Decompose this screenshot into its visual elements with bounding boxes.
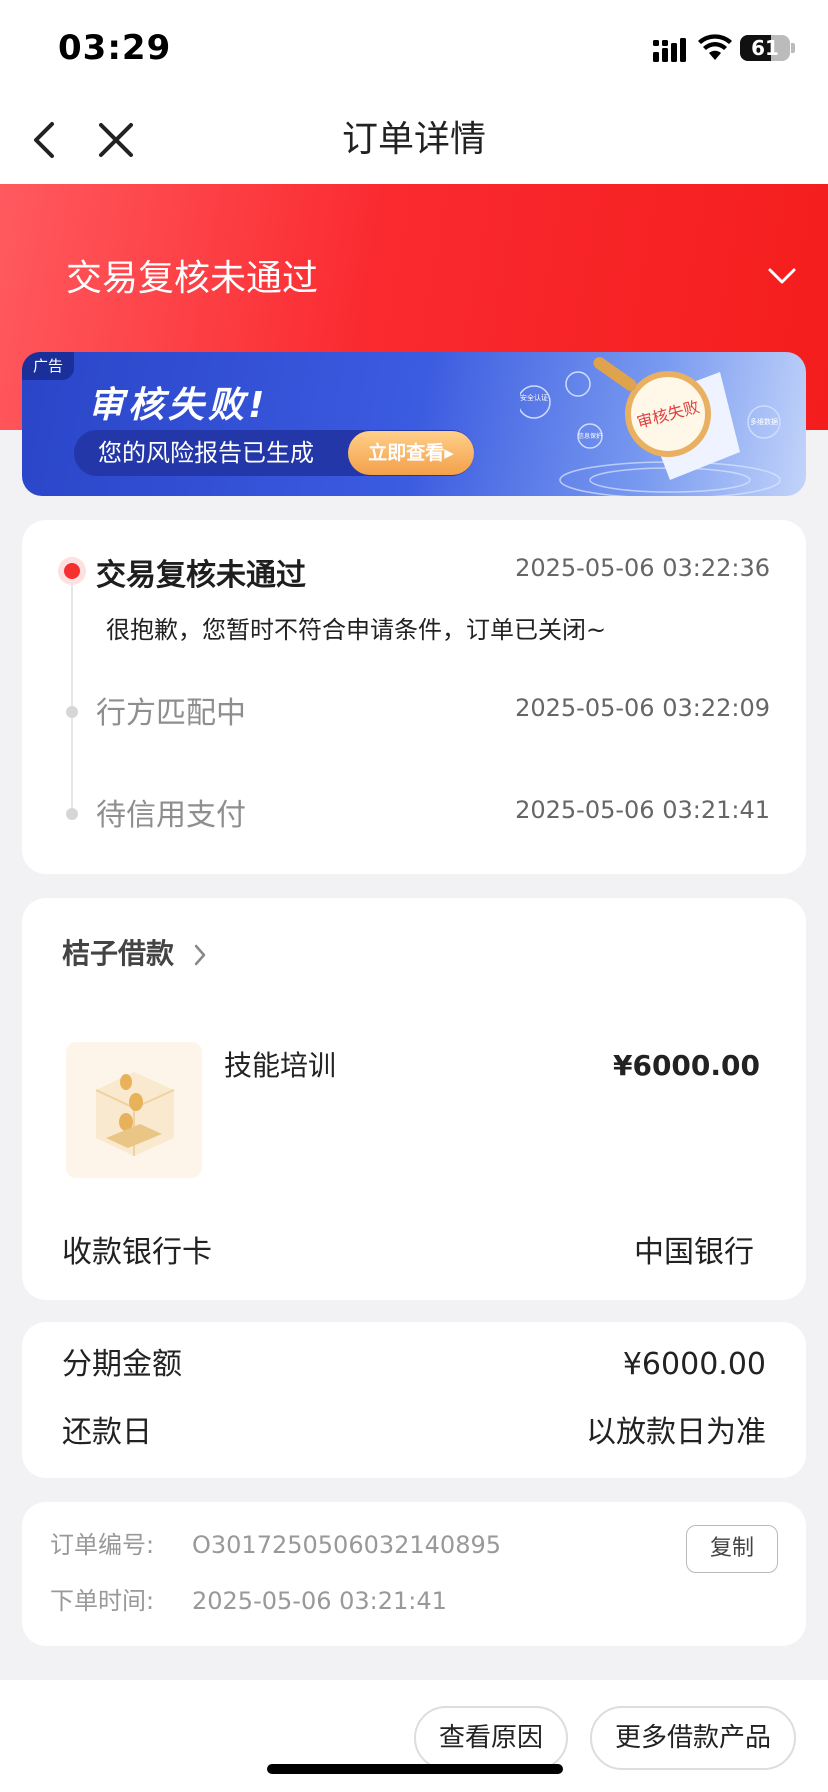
bank-card-value: 中国银行 bbox=[634, 1235, 754, 1270]
repayment-day-label: 还款日 bbox=[62, 1415, 152, 1450]
installment-amount-label: 分期金额 bbox=[62, 1347, 182, 1382]
product-name: 技能培训 bbox=[224, 1049, 337, 1082]
cellular-signal-icon bbox=[653, 38, 686, 62]
chevron-down-icon[interactable] bbox=[762, 258, 802, 294]
timeline-step-title: 待信用支付 bbox=[96, 798, 246, 833]
timeline-step-title: 交易复核未通过 bbox=[96, 558, 306, 593]
ad-art-label-2: 信息保护 bbox=[578, 432, 602, 440]
timeline-step-time: 2025-05-06 03:22:36 bbox=[515, 554, 770, 582]
status-time: 03:29 bbox=[58, 28, 172, 68]
timeline-step-time: 2025-05-06 03:21:41 bbox=[515, 796, 770, 824]
ad-art-label-3: 多维数据 bbox=[750, 417, 778, 426]
ad-subtext: 您的风险报告已生成 bbox=[98, 439, 314, 467]
installment-amount-value: ¥6000.00 bbox=[622, 1347, 766, 1382]
battery-level: 61 bbox=[751, 36, 779, 60]
ad-view-button[interactable]: 立即查看▸ bbox=[348, 431, 474, 475]
gold-coins-icon bbox=[95, 1072, 175, 1156]
ad-art-label-1: 安全认证 bbox=[520, 393, 548, 402]
timeline-dot-active-inner bbox=[64, 563, 80, 579]
chevron-right-icon[interactable] bbox=[192, 942, 208, 968]
product-amount: ¥6000.00 bbox=[612, 1049, 760, 1082]
timeline-step-title: 行方匹配中 bbox=[96, 696, 246, 731]
bank-card-label: 收款银行卡 bbox=[62, 1235, 212, 1270]
more-loan-products-button[interactable]: 更多借款产品 bbox=[590, 1706, 796, 1770]
close-icon[interactable] bbox=[92, 116, 140, 164]
battery-cap bbox=[791, 43, 795, 53]
repayment-day-value: 以放款日为准 bbox=[586, 1415, 766, 1450]
product-thumbnail bbox=[66, 1042, 202, 1178]
copy-button[interactable]: 复制 bbox=[686, 1525, 778, 1573]
order-time-value: 2025-05-06 03:21:41 bbox=[192, 1587, 447, 1615]
order-time-label: 下单时间: bbox=[50, 1587, 155, 1615]
timeline-dot bbox=[66, 808, 78, 820]
timeline-step-desc: 很抱歉，您暂时不符合申请条件，订单已关闭~ bbox=[106, 616, 607, 644]
order-status-title: 交易复核未通过 bbox=[66, 258, 319, 299]
ad-tag: 广告 bbox=[22, 352, 74, 380]
timeline-line bbox=[71, 568, 73, 814]
magnifier-illustration: 审核失败 安全认证 多维数据 信息保护 bbox=[520, 357, 781, 496]
wifi-icon bbox=[698, 34, 732, 60]
timeline-dot bbox=[66, 706, 78, 718]
home-indicator[interactable] bbox=[267, 1764, 563, 1774]
battery-icon: 61 bbox=[740, 35, 790, 61]
order-meta-card bbox=[22, 1502, 806, 1646]
order-number-value: O3017250506032140895 bbox=[192, 1531, 502, 1559]
timeline-step-time: 2025-05-06 03:22:09 bbox=[515, 694, 770, 722]
lender-name-link[interactable]: 桔子借款 bbox=[62, 934, 174, 974]
view-reason-button[interactable]: 查看原因 bbox=[414, 1706, 568, 1770]
back-chevron-icon[interactable] bbox=[22, 116, 70, 164]
ad-headline: 审核失败! bbox=[88, 385, 269, 426]
order-number-label: 订单编号: bbox=[50, 1531, 155, 1559]
